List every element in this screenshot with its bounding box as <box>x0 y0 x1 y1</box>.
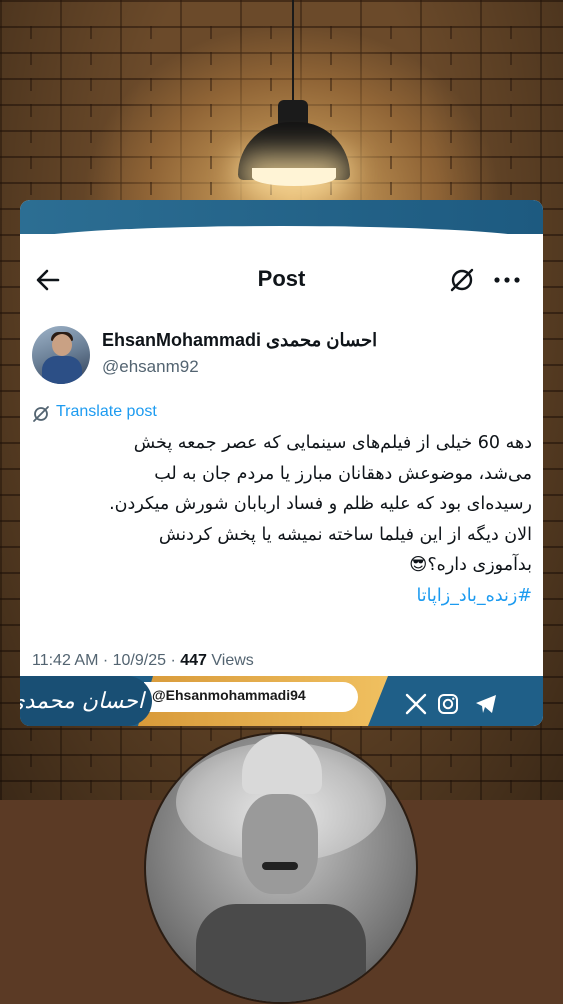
lamp-wire <box>292 0 294 110</box>
hashtag-link[interactable]: #زنده_باد_زاپاتا <box>32 581 532 612</box>
banner-handle: @Ehsanmohammadi94 <box>152 687 306 703</box>
translate-small-icon <box>33 406 49 422</box>
post-line: الان دیگه از این فیلما ساخته نمیشه یا پخ… <box>158 524 532 545</box>
post-line: دهه 60 خیلی از فیلم‌های سینمایی که عصر ج… <box>133 433 532 453</box>
actor-mustache <box>262 862 298 870</box>
post-line: می‌شد، موضوعش دهقانان مبارز یا مردم جان … <box>154 463 532 484</box>
translate-post-link[interactable]: Translate post <box>56 403 157 421</box>
more-icon[interactable] <box>492 266 522 294</box>
actor-face <box>242 794 318 894</box>
post-body: دهه 60 خیلی از فیلم‌های سینمایی که عصر ج… <box>32 428 532 611</box>
avatar-head <box>52 334 72 356</box>
actor-torso <box>196 904 366 1002</box>
telegram-icon[interactable] <box>474 692 498 716</box>
lamp-bulb-glow <box>252 168 336 186</box>
post-line: رسیده‌ای بود که علیه ظلم و فساد اربابان … <box>109 494 532 514</box>
calligraphy-logo: احسان محمدی <box>20 689 144 714</box>
post-card: Post EhsanMohammadi احسان محمدی @ehsanm9… <box>20 200 543 726</box>
author-handle[interactable]: @ehsanm92 <box>102 357 199 377</box>
footer-banner: @Ehsanmohammadi94 احسان محمدی <box>20 676 543 726</box>
post-timestamp: 11:42 AM · 10/9/25 · <box>32 652 181 669</box>
post-line: بدآموزی داره؟😎 <box>409 555 532 575</box>
author-name[interactable]: EhsanMohammadi احسان محمدی <box>102 330 377 351</box>
translate-icon[interactable] <box>448 266 476 294</box>
movie-portrait-image <box>144 732 418 1004</box>
views-count[interactable]: 447 <box>180 652 207 669</box>
avatar[interactable] <box>32 326 90 384</box>
post-meta: 11:42 AM · 10/9/25 · 447 Views <box>32 652 254 670</box>
views-label: Views <box>206 652 254 669</box>
x-logo-icon[interactable] <box>404 692 428 716</box>
avatar-body <box>42 356 82 384</box>
card-top-wave <box>20 200 543 242</box>
top-nav-bar: Post <box>20 260 543 300</box>
instagram-icon[interactable] <box>436 692 460 716</box>
